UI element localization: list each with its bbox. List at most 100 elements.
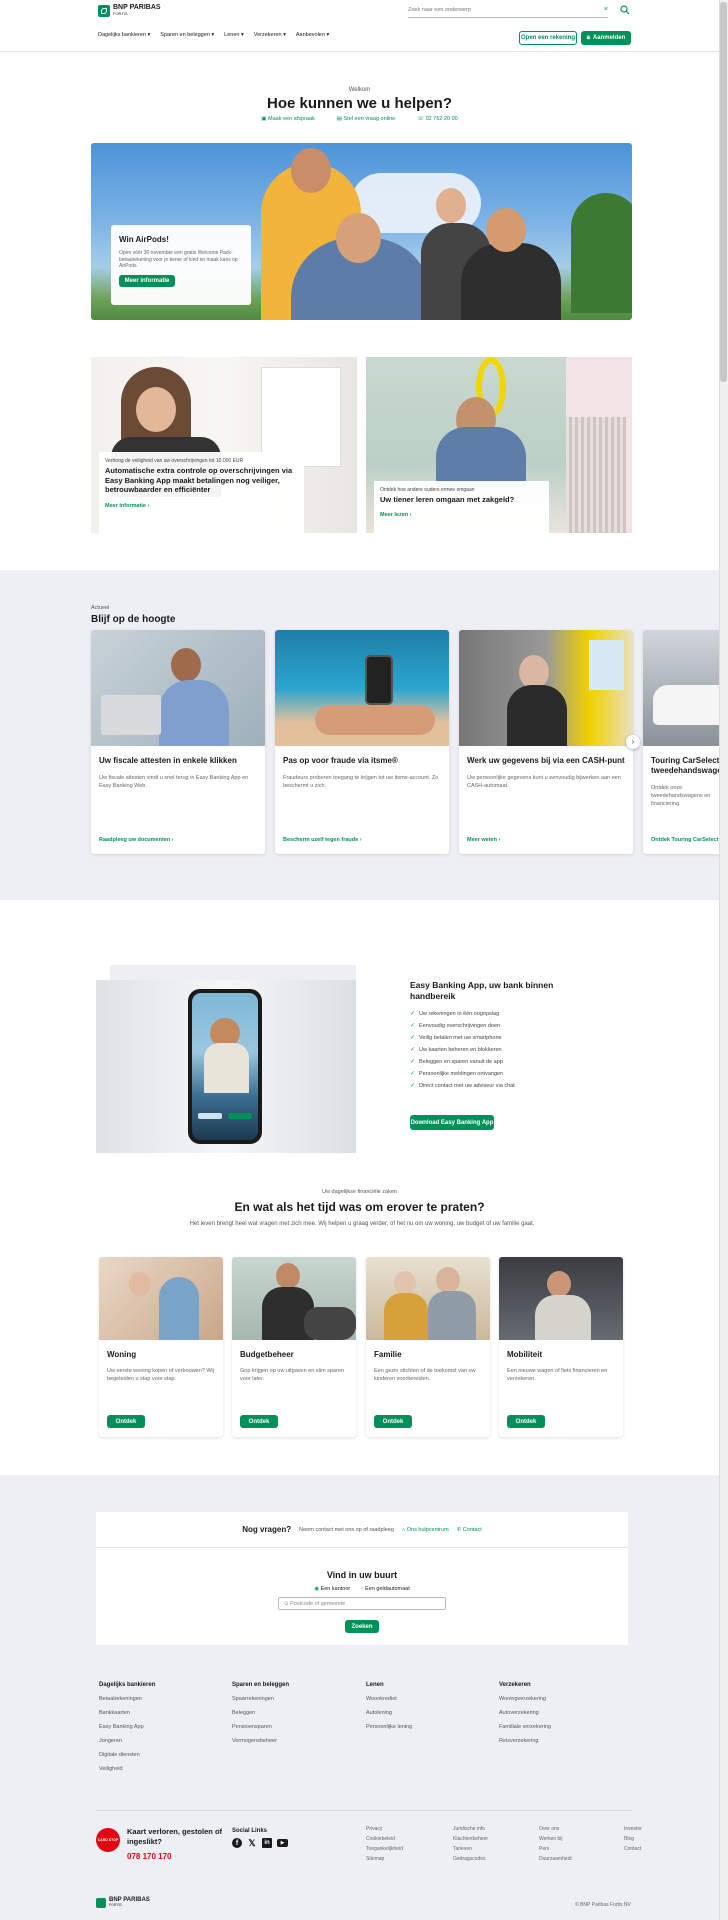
discover-button[interactable]: Ontdek: [107, 1415, 145, 1428]
open-account-button[interactable]: Open een rekening: [519, 31, 577, 45]
nav-item-sparen[interactable]: Sparen en beleggen ▾: [160, 32, 214, 38]
footer-legal-link[interactable]: Over ons: [539, 1826, 609, 1832]
check-icon: ✓: [410, 1047, 416, 1053]
scrollbar-thumb[interactable]: [720, 2, 727, 382]
footer-legal-link[interactable]: Pers: [539, 1846, 609, 1852]
radio-office[interactable]: ◉ Een kantoor: [314, 1586, 350, 1592]
login-button[interactable]: 🔒︎ Aanmelden: [581, 31, 631, 45]
logo-sub: FORTIS: [113, 11, 128, 16]
nav-item-verzekeren[interactable]: Verzekeren ▾: [254, 32, 286, 38]
promo-card-security[interactable]: Verhoog de veiligheid van uw overschrijv…: [91, 357, 357, 533]
life-card-woning[interactable]: Woning Uw eerste woning kopen of verbouw…: [99, 1257, 223, 1437]
help-center-link[interactable]: ⌂ Ons hulpcentrum: [402, 1527, 449, 1533]
hero-title: Win AirPods!: [119, 235, 169, 244]
footer-legal-link[interactable]: Juridische info: [453, 1826, 533, 1832]
footer-link[interactable]: Autoverzekering: [499, 1710, 619, 1716]
contact-link[interactable]: ✆ Contact: [457, 1527, 482, 1533]
footer-legal-link[interactable]: Blog: [624, 1836, 684, 1842]
footer-link[interactable]: Vermogensbeheer: [232, 1738, 352, 1744]
footer-link[interactable]: Woonkrediet: [366, 1696, 486, 1702]
footer-links-group: Juridische info Klachtenbeheer Tarieven …: [453, 1826, 533, 1866]
promo-card-pocketmoney[interactable]: Ontdek hoe andere ouders ermee omgaan Uw…: [366, 357, 632, 533]
card-link[interactable]: Bescherm uzelf tegen fraude ›: [283, 837, 362, 843]
life-card-mobiliteit[interactable]: Mobiliteit Een nieuwe wagen of fiets fin…: [499, 1257, 623, 1437]
footer-bottom-logo[interactable]: BNP PARIBAS FORTIS: [96, 1897, 150, 1908]
page-scrollbar[interactable]: [719, 0, 728, 1920]
lost-card-phone[interactable]: 078 170 170: [127, 1852, 172, 1861]
footer-legal-link[interactable]: Klachtenbeheer: [453, 1836, 533, 1842]
footer-link[interactable]: Spaarrekeningen: [232, 1696, 352, 1702]
youtube-icon[interactable]: ▶: [277, 1839, 288, 1847]
footer-col-title: Lenen: [366, 1682, 384, 1688]
update-card[interactable]: Touring CarSelect, tweedehandswage Ontde…: [643, 630, 719, 854]
online-question-link[interactable]: ▤ Stel een vraag online: [337, 116, 395, 122]
clear-icon[interactable]: ×: [604, 6, 608, 13]
help-section: Welkom Hoe kunnen we u helpen? ▣ Maak ee…: [0, 52, 719, 132]
card-link[interactable]: Ontdek Touring CarSelect ›: [651, 837, 719, 843]
footer-legal-link[interactable]: Tarieven: [453, 1846, 533, 1852]
footer-link[interactable]: Familiale verzekering: [499, 1724, 619, 1730]
download-app-button[interactable]: Download Easy Banking App: [410, 1115, 494, 1130]
footer-link[interactable]: Jongeren: [99, 1738, 219, 1744]
hero-banner: Win AirPods! Open vóór 30 november een g…: [91, 143, 632, 320]
check-icon: ✓: [410, 1011, 416, 1017]
nav-item-lenen[interactable]: Lenen ▾: [224, 32, 244, 38]
footer-legal-link[interactable]: Gedragscodes: [453, 1856, 533, 1862]
life-card-budget[interactable]: Budgetbeheer Grip krijgen op uw uitgaven…: [232, 1257, 356, 1437]
promo-link[interactable]: Meer informatie ›: [105, 503, 298, 509]
search-icon[interactable]: [620, 5, 630, 15]
logo[interactable]: BNP PARIBAS FORTIS: [98, 4, 161, 17]
footer-link[interactable]: Beleggen: [232, 1710, 352, 1716]
update-card[interactable]: Pas op voor fraude via itsme® Fraudeurs …: [275, 630, 449, 854]
locator-input[interactable]: ⊙ Postcode of gemeente: [278, 1597, 446, 1610]
footer-legal-link[interactable]: Privacy: [366, 1826, 441, 1832]
linkedin-icon[interactable]: in: [262, 1838, 272, 1848]
life-card-familie[interactable]: Familie Een gezin stichten of de toekoms…: [366, 1257, 490, 1437]
x-icon[interactable]: 𝕏: [247, 1838, 257, 1848]
facebook-icon[interactable]: f: [232, 1838, 242, 1848]
footer-link[interactable]: Bankkaarten: [99, 1710, 219, 1716]
footer-link[interactable]: Reisverzekering: [499, 1738, 619, 1744]
footer-link[interactable]: Easy Banking App: [99, 1724, 219, 1730]
footer-link[interactable]: Digitale diensten: [99, 1752, 219, 1758]
footer-legal-link[interactable]: Sitemap: [366, 1856, 441, 1862]
footer-legal-link[interactable]: Contact: [624, 1846, 684, 1852]
footer-legal-link[interactable]: Duurzaamheid: [539, 1856, 609, 1862]
nav-item-aanbevolen[interactable]: Aanbevolen ▾: [296, 32, 329, 38]
footer-link[interactable]: Veiligheid: [99, 1766, 219, 1772]
card-title: Touring CarSelect, tweedehandswage: [651, 756, 719, 775]
footer-link[interactable]: Pensioensparen: [232, 1724, 352, 1730]
card-title: Familie: [374, 1350, 402, 1359]
help-links: ▣ Maak een afspraak ▤ Stel een vraag onl…: [0, 116, 719, 122]
search-input[interactable]: Zoek naar een onderwerp: [408, 7, 471, 13]
footer-col: Lenen Woonkrediet Autolening Persoonlijk…: [366, 1682, 486, 1738]
carousel-next-button[interactable]: ›: [626, 735, 640, 749]
nav-item-dagelijks[interactable]: Dagelijks bankieren ▾: [98, 32, 150, 38]
footer-link[interactable]: Persoonlijke lening: [366, 1724, 486, 1730]
radio-atm[interactable]: ○ Een geldautomaat: [360, 1586, 410, 1592]
discover-button[interactable]: Ontdek: [240, 1415, 278, 1428]
search-bar[interactable]: Zoek naar een onderwerp ×: [408, 6, 608, 18]
footer-link[interactable]: Autolening: [366, 1710, 486, 1716]
card-link[interactable]: Raadpleeg uw documenten ›: [99, 837, 174, 843]
footer-legal-link[interactable]: Cookiebeleid: [366, 1836, 441, 1842]
discover-button[interactable]: Ontdek: [374, 1415, 412, 1428]
footer-legal-link[interactable]: Investor: [624, 1826, 684, 1832]
card-text: Fraudeurs proberen toegang te krijgen to…: [283, 775, 439, 789]
update-card[interactable]: Uw fiscale attesten in enkele klikken Uw…: [91, 630, 265, 854]
locator-search-button[interactable]: Zoeken: [345, 1620, 379, 1633]
tree-shape: [571, 193, 632, 313]
person-photo: [461, 243, 561, 320]
footer-link[interactable]: Betaalrekeningen: [99, 1696, 219, 1702]
footer-legal-link[interactable]: Toegankelijkheid: [366, 1846, 441, 1852]
discover-button[interactable]: Ontdek: [507, 1415, 545, 1428]
card-text: Een nieuwe wagen of fiets financieren en…: [507, 1368, 608, 1382]
card-link[interactable]: Meer weten ›: [467, 837, 500, 843]
update-card[interactable]: Werk uw gegevens bij via een CASH-punt U…: [459, 630, 633, 854]
hero-button[interactable]: Meer informatie: [119, 274, 175, 287]
footer-link[interactable]: Woningverzekering: [499, 1696, 619, 1702]
promo-link[interactable]: Meer lezen ›: [380, 512, 543, 518]
appointment-link[interactable]: ▣ Maak een afspraak: [261, 116, 315, 122]
footer-legal-link[interactable]: Werken bij: [539, 1836, 609, 1842]
phone-link[interactable]: ☏ 02 762 20 00: [417, 116, 458, 122]
